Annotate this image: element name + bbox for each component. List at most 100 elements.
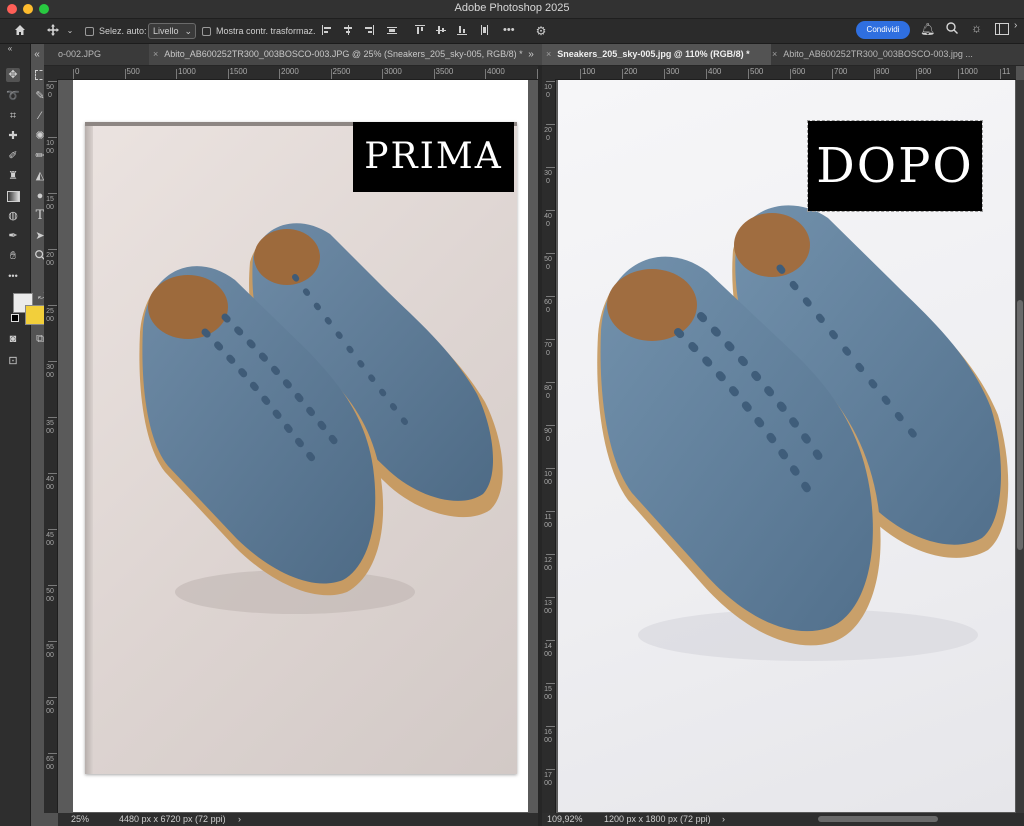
right-document-canvas[interactable]: DOPO <box>558 80 1015 812</box>
tab-label: Abito_AB600252TR300_003BOSCO-003.jpg ... <box>783 49 973 59</box>
align-top-icon[interactable] <box>415 25 425 35</box>
ruler-tick <box>1000 69 1001 79</box>
vertical-scrollbar-thumb[interactable] <box>1017 300 1023 550</box>
bell-icon[interactable]: 🔔︎ <box>920 22 935 36</box>
right-horizontal-ruler[interactable]: 100 200 300 400 500 600 700 800 900 1000 11 <box>555 66 1016 80</box>
chevron-right-icon[interactable]: › <box>238 813 241 826</box>
ruler-tick <box>874 69 875 79</box>
artboard-icon[interactable]: ⊡ <box>6 354 20 368</box>
tab-document-1[interactable]: o-002.JPG <box>54 44 148 65</box>
move-tool-icon[interactable]: ✥ <box>6 68 20 82</box>
ruler-label: 600 <box>544 299 552 314</box>
ruler-origin[interactable] <box>542 66 556 80</box>
healing-brush-tool-icon[interactable]: ✚ <box>6 129 20 143</box>
lasso-tool-icon[interactable]: ➰ <box>6 89 20 103</box>
ruler-label: 1500 <box>46 196 54 211</box>
crop-tool-icon[interactable]: ⌗ <box>6 109 20 123</box>
document-info: 4480 px x 6720 px (72 ppi) <box>119 814 226 824</box>
ruler-label: 1000 <box>46 140 54 155</box>
auto-select-checkbox[interactable] <box>85 27 94 36</box>
chevron-right-icon[interactable]: › <box>1014 20 1017 31</box>
align-bottom-icon[interactable] <box>457 25 467 35</box>
horizontal-scrollbar-thumb[interactable] <box>818 816 938 822</box>
align-left-icon[interactable] <box>322 25 332 35</box>
close-icon[interactable]: × <box>772 49 777 59</box>
align-middle-v-icon[interactable] <box>436 25 446 35</box>
layer-select-value: Livello <box>153 26 179 36</box>
close-icon[interactable]: × <box>153 49 158 59</box>
ruler-label: 11 <box>1002 67 1011 76</box>
collapse-icon[interactable]: « <box>3 42 17 56</box>
layer-select-dropdown[interactable]: Livello ⌄ <box>148 23 196 39</box>
align-right-icon[interactable] <box>364 25 374 35</box>
ruler-origin[interactable] <box>44 66 58 80</box>
ruler-label: 5500 <box>46 644 54 659</box>
move-tool-icon[interactable] <box>45 23 61 39</box>
distribute-icon[interactable] <box>387 25 397 35</box>
right-vertical-ruler[interactable]: 100 200 300 400 500 600 700 800 900 1000 1100 1200 1… <box>542 79 556 813</box>
ruler-tick <box>48 81 57 82</box>
background-color-swatch[interactable] <box>25 305 45 325</box>
default-colors-icon[interactable] <box>11 314 19 322</box>
zoom-level[interactable]: 25% <box>71 813 89 826</box>
ruler-label: 300 <box>666 67 680 76</box>
gradient-tool-icon[interactable] <box>6 189 20 203</box>
auto-select-label: Selez. auto: <box>99 26 147 36</box>
zoom-level[interactable]: 109,92% <box>547 813 583 826</box>
workspace-icon[interactable] <box>995 23 1009 35</box>
sneakers-image <box>139 223 503 614</box>
collapse-left-icon[interactable]: « <box>30 44 44 65</box>
ruler-tick <box>546 167 555 168</box>
left-tab-bar: o-002.JPG × Abito_AB600252TR300_003BOSCO-… <box>44 44 542 66</box>
brush-tool-icon[interactable]: ✐ <box>6 149 20 163</box>
search-icon[interactable] <box>945 21 959 35</box>
tab-sneakers[interactable]: × Sneakers_205_sky-005.jpg @ 110% (RGB/8)… <box>542 44 771 65</box>
ruler-label: 1500 <box>229 67 248 76</box>
chevron-down-icon[interactable]: ⌄ <box>62 23 78 39</box>
left-document-canvas[interactable]: PRIMA <box>73 80 528 812</box>
home-icon[interactable] <box>12 23 28 39</box>
ruler-label: 3000 <box>46 364 54 379</box>
ruler-label: 200 <box>624 67 638 76</box>
pen-tool-icon[interactable]: ✒ <box>6 229 20 243</box>
ruler-tick <box>546 769 555 770</box>
left-horizontal-ruler[interactable]: 05001000150020002500300035004000450 <box>57 66 538 80</box>
ruler-label: 600 <box>792 67 806 76</box>
expand-panel-icon[interactable]: » <box>524 44 538 65</box>
ruler-tick <box>48 305 57 306</box>
transform-controls-checkbox[interactable] <box>202 27 211 36</box>
gear-icon[interactable]: ⚙ <box>533 23 549 39</box>
distribute-v-icon[interactable] <box>479 25 489 35</box>
dodge-tool-icon[interactable]: ◍ <box>6 209 20 223</box>
close-icon[interactable]: × <box>546 49 551 59</box>
ruler-tick <box>546 81 555 82</box>
share-button[interactable]: Condividi <box>856 21 910 39</box>
chevron-right-icon[interactable]: › <box>722 813 725 826</box>
ruler-label: 100 <box>582 67 596 76</box>
tab-document-2[interactable]: × Abito_AB600252TR300_003BOSCO-003.JPG @ … <box>149 44 542 65</box>
document-info: 1200 px x 1800 px (72 ppi) <box>604 814 711 824</box>
ruler-label: 500 <box>46 84 54 99</box>
align-center-h-icon[interactable] <box>343 25 353 35</box>
edit-toolbar-icon[interactable]: ••• <box>6 269 20 283</box>
right-tab-bar: × Sneakers_205_sky-005.jpg @ 110% (RGB/8)… <box>542 44 1024 66</box>
more-options-button[interactable]: ••• <box>503 24 515 36</box>
right-status-bar: 109,92% 1200 px x 1800 px (72 ppi) › <box>542 813 1024 826</box>
ruler-tick <box>546 124 555 125</box>
left-vertical-ruler[interactable]: 500 1000 1500 2000 2500 3000 3500 4000 4500 5000 5… <box>44 79 58 813</box>
ruler-label: 1700 <box>544 772 552 787</box>
ruler-tick <box>48 641 57 642</box>
tab-abito[interactable]: × Abito_AB600252TR300_003BOSCO-003.jpg ..… <box>768 44 1024 65</box>
ruler-label: 500 <box>126 67 140 76</box>
lightbulb-icon[interactable]: ☼ <box>971 21 982 35</box>
hand-tool-icon[interactable]: ✋︎ <box>6 249 20 263</box>
quick-mask-icon[interactable]: ◙ <box>6 332 20 346</box>
ruler-label: 1000 <box>960 67 978 76</box>
ruler-tick <box>485 69 486 79</box>
ruler-label: 3000 <box>384 67 402 76</box>
clone-stamp-tool-icon[interactable]: ♜ <box>6 169 20 183</box>
ruler-label: 2000 <box>281 67 299 76</box>
tab-label: Sneakers_205_sky-005.jpg @ 110% (RGB/8) … <box>557 49 750 59</box>
ruler-label: 2500 <box>332 67 351 76</box>
ruler-tick <box>748 69 749 79</box>
